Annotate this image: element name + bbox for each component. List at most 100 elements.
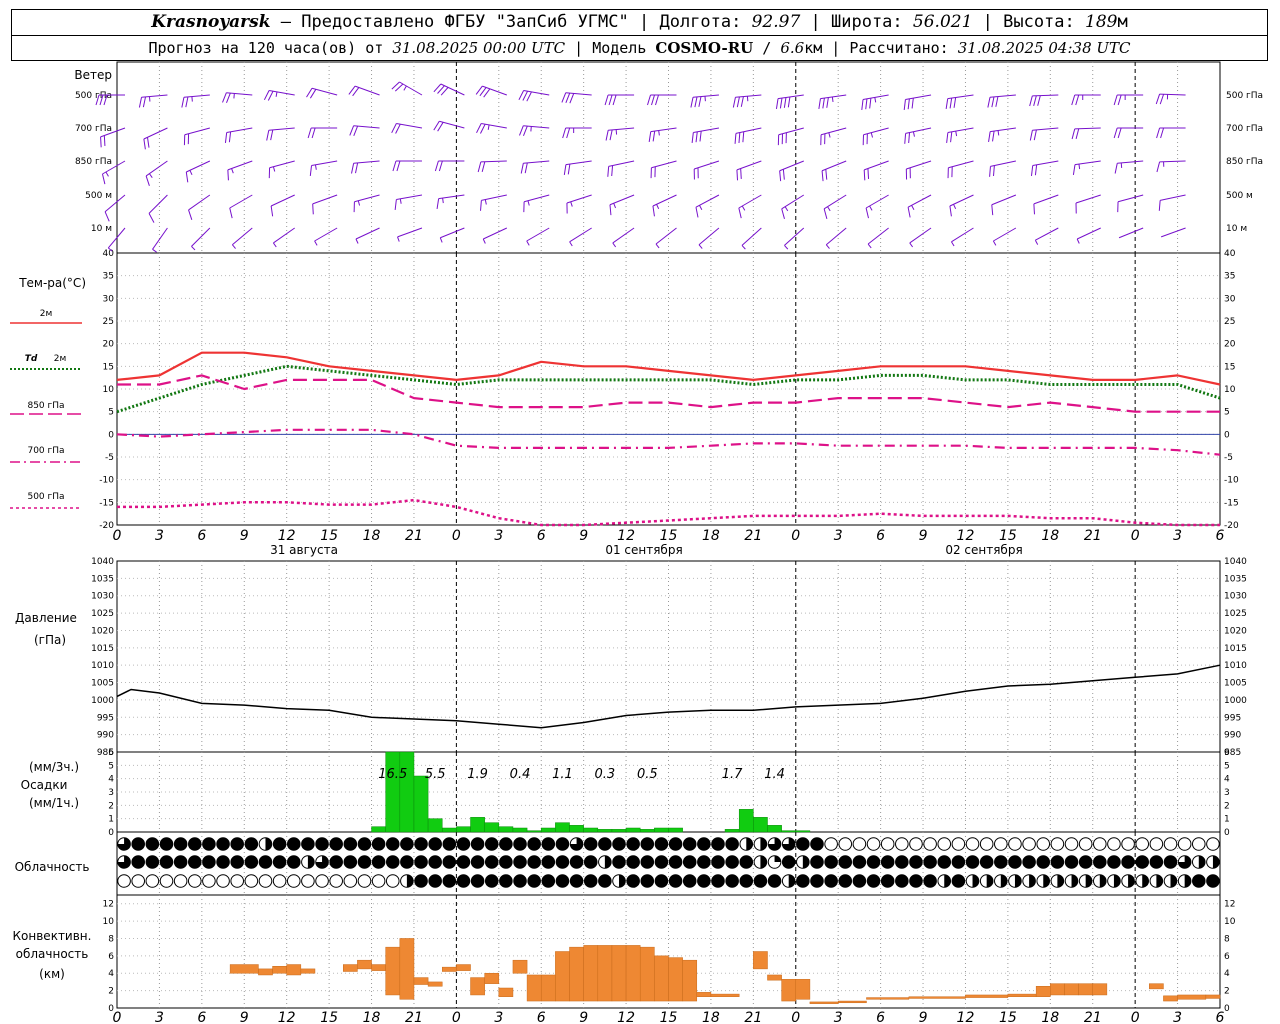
cloud-cover-fill — [754, 874, 767, 888]
hour-label-conv: 0 — [791, 1010, 800, 1024]
wind-barb-feather — [784, 245, 789, 250]
wind-barb — [355, 227, 380, 244]
wind-barb-feather — [105, 171, 109, 177]
wind-barb — [1160, 227, 1186, 238]
cloud-cover-fill — [457, 874, 470, 888]
cloud-cover-fill — [457, 837, 470, 851]
conv-cloud-block — [583, 945, 599, 1002]
temp-ytick-right: 35 — [1224, 272, 1235, 282]
precip-ytick-right: 6 — [1224, 748, 1230, 758]
wind-barb-shaft — [1160, 194, 1186, 201]
temp-ytick-left: 20 — [103, 340, 115, 350]
wind-barb-shaft — [991, 194, 1017, 206]
cloud-cover-fill — [499, 855, 513, 869]
pressure-ytick-left: 1020 — [91, 626, 114, 636]
wind-barb-shaft — [232, 227, 253, 246]
wind-barb-feather — [825, 169, 828, 180]
hour-label-temp: 12 — [617, 528, 635, 544]
pressure-line — [116, 664, 1221, 729]
wind-barb — [945, 94, 974, 110]
cloud-cover-fill — [867, 855, 880, 869]
wind-barb-feather — [658, 130, 660, 136]
precip-3h-label: 0.5 — [637, 767, 658, 782]
temp-series-line — [117, 498, 1220, 527]
precip-bar — [569, 825, 584, 833]
hour-label-temp: 15 — [660, 528, 678, 544]
wind-barb-shaft — [483, 227, 508, 240]
hour-label-conv: 18 — [363, 1010, 381, 1024]
cloud-cover-circle — [230, 874, 244, 888]
cloud-cover-fill — [782, 855, 795, 869]
pressure-ytick-right: 1010 — [1224, 661, 1247, 671]
precip-3h-label: 1.4 — [764, 767, 785, 782]
cloud-cover-fill — [160, 837, 173, 851]
wind-barb-feather — [828, 132, 831, 138]
cloud-cover-fill — [160, 855, 173, 869]
wind-barb — [482, 227, 508, 244]
wind-barb-feather — [953, 204, 957, 210]
wind-barb-feather — [228, 131, 232, 143]
wind-barb-feather — [263, 90, 270, 101]
cloud-cover-fill — [556, 855, 569, 869]
hour-label-conv: 9 — [579, 1010, 588, 1024]
conv-ytick-left: 4 — [108, 969, 114, 979]
cloud-cover-circle — [866, 837, 881, 851]
pressure-panel-title: Давление — [15, 611, 77, 625]
date-label-2: 01 сентября — [605, 543, 682, 557]
wind-barb-feather — [272, 166, 276, 172]
precip-bar — [555, 822, 570, 833]
wind-barb — [314, 227, 338, 246]
conv-cloud-block — [908, 996, 966, 999]
temp-ytick-left: 15 — [103, 362, 114, 372]
cloud-cover-fill — [697, 874, 711, 888]
cloud-cover-fill — [457, 855, 470, 869]
conv-cloud-block — [809, 1001, 839, 1004]
temp-ytick-right: -15 — [1224, 498, 1239, 508]
wind-barb-shaft — [191, 227, 211, 247]
cloud-cover-fill — [400, 855, 414, 869]
meteogram: Ветер Тем-ра(°C) 2м Td 2м 850 гПа 700 гП… — [10, 61, 1263, 1024]
cloud-cover-circle — [994, 837, 1008, 851]
wind-barb — [1113, 127, 1144, 139]
cloud-cover-fill — [358, 855, 371, 869]
temp-ytick-right: 40 — [1224, 249, 1236, 259]
cloud-cover-circle — [385, 874, 400, 888]
wind-barb — [987, 94, 1016, 108]
conv-ytick-right: 6 — [1224, 952, 1230, 962]
wind-barb-feather — [1156, 127, 1161, 139]
cloud-cover-circle — [187, 874, 202, 888]
cloud-cover-fill — [824, 855, 838, 869]
wind-barb-feather — [988, 131, 991, 143]
wind-barb — [1113, 94, 1144, 106]
wind-barb-feather — [477, 161, 482, 173]
conv-cloud-block — [1092, 983, 1108, 996]
wind-barb — [903, 94, 932, 110]
cloud-cover-fill — [1051, 855, 1064, 869]
wind-barb-feather — [487, 124, 490, 130]
wind-barb-shaft — [1035, 227, 1059, 241]
temp-panel-title: Тем-ра(°C) — [18, 276, 86, 290]
wind-barb-shaft — [698, 227, 720, 246]
cloud-cover-fill — [556, 874, 569, 888]
wind-barb-feather — [694, 96, 698, 108]
pressure-ytick-right: 1035 — [1224, 574, 1247, 584]
cloud-cover-fill — [612, 837, 626, 851]
temp-ytick-left: 40 — [103, 249, 115, 259]
cloud-cover-fill — [1057, 874, 1064, 888]
wind-level-label-left: 700 гПа — [75, 124, 112, 134]
wind-barb — [480, 194, 507, 211]
hour-label-conv: 12 — [617, 1010, 635, 1024]
cloud-cover-fill — [485, 874, 499, 888]
conv-cloud-block — [866, 997, 910, 1000]
wind-barb-feather — [732, 97, 736, 108]
cloud-cover-fill — [1014, 874, 1022, 888]
cloud-cover-circle — [1107, 837, 1121, 851]
wind-barb-feather — [1113, 94, 1118, 106]
wind-barb-feather — [355, 238, 359, 244]
wind-barb-feather — [434, 160, 439, 172]
cloud-cover-fill — [414, 837, 428, 851]
wind-barb — [1071, 127, 1101, 140]
wind-barb-feather — [827, 206, 831, 212]
cloud-cover-fill — [443, 855, 456, 869]
wind-barb — [1072, 160, 1101, 176]
